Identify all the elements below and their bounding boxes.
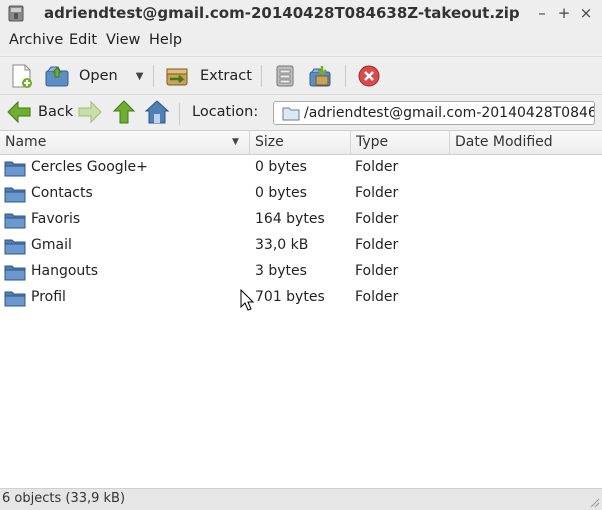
location-value: /adriendtest@gmail.com-20140428T08463 bbox=[304, 105, 595, 121]
home-button[interactable] bbox=[144, 99, 170, 125]
table-row[interactable]: Favoris 164 bytes Folder bbox=[0, 207, 602, 233]
forward-arrow-icon bbox=[78, 100, 102, 124]
folder-icon bbox=[4, 161, 26, 177]
row-size: 701 bytes bbox=[255, 289, 325, 305]
row-size: 0 bytes bbox=[255, 185, 307, 201]
column-type-label: Type bbox=[356, 134, 389, 150]
folder-icon bbox=[4, 187, 26, 203]
open-archive-icon bbox=[45, 66, 69, 87]
row-name: Hangouts bbox=[31, 263, 99, 279]
home-icon bbox=[144, 100, 170, 124]
add-files-button[interactable] bbox=[273, 63, 297, 89]
menu-archive[interactable]: Archive bbox=[9, 32, 63, 48]
extract-icon bbox=[166, 68, 188, 86]
location-field[interactable]: /adriendtest@gmail.com-20140428T08463 bbox=[273, 101, 595, 125]
new-archive-button[interactable] bbox=[10, 63, 34, 89]
stop-icon bbox=[358, 65, 380, 87]
table-row[interactable]: Hangouts 3 bytes Folder bbox=[0, 259, 602, 285]
back-button[interactable]: Back bbox=[6, 99, 73, 125]
up-button[interactable] bbox=[111, 99, 137, 125]
maximize-button[interactable]: + bbox=[554, 3, 574, 23]
sort-down-icon: ▼ bbox=[232, 137, 239, 147]
table-row[interactable]: Contacts 0 bytes Folder bbox=[0, 181, 602, 207]
row-type: Folder bbox=[355, 185, 399, 201]
add-folder-button[interactable] bbox=[307, 63, 335, 89]
menu-view[interactable]: View bbox=[106, 32, 140, 48]
folder-icon bbox=[4, 213, 26, 229]
mouse-cursor-icon bbox=[240, 289, 254, 311]
forward-button[interactable] bbox=[77, 99, 103, 125]
status-text: 6 objects (33,9 kB) bbox=[2, 491, 126, 506]
menu-bar: Archive Edit View Help bbox=[0, 27, 602, 55]
folder-icon bbox=[282, 107, 300, 121]
status-bar: 6 objects (33,9 kB) bbox=[0, 488, 602, 510]
column-size[interactable]: Size bbox=[250, 131, 351, 155]
stop-button[interactable] bbox=[357, 63, 381, 89]
toolbar-separator bbox=[179, 103, 180, 125]
column-type[interactable]: Type bbox=[351, 131, 450, 155]
location-bar: Back Location: /adriendtest@gmail.com-20… bbox=[0, 94, 602, 130]
open-label: Open bbox=[79, 68, 118, 84]
row-name: Contacts bbox=[31, 185, 93, 201]
row-size: 0 bytes bbox=[255, 159, 307, 175]
column-name-label: Name bbox=[5, 134, 47, 150]
add-folder-icon bbox=[309, 66, 331, 87]
row-size: 3 bytes bbox=[255, 263, 307, 279]
menu-edit[interactable]: Edit bbox=[69, 32, 97, 48]
row-type: Folder bbox=[355, 263, 399, 279]
row-name: Gmail bbox=[31, 237, 72, 253]
row-type: Folder bbox=[355, 289, 399, 305]
folder-icon bbox=[4, 265, 26, 281]
extract-label: Extract bbox=[200, 68, 252, 84]
row-name: Favoris bbox=[31, 211, 81, 227]
resize-grip-icon[interactable] bbox=[590, 498, 600, 508]
toolbar-separator bbox=[345, 65, 346, 87]
toolbar-separator bbox=[153, 65, 154, 87]
column-size-label: Size bbox=[255, 134, 284, 150]
window-title: adriendtest@gmail.com-20140428T084638Z-t… bbox=[44, 4, 520, 22]
row-size: 33,0 kB bbox=[255, 237, 309, 253]
row-type: Folder bbox=[355, 211, 399, 227]
folder-icon bbox=[4, 239, 26, 255]
toolbar-separator bbox=[261, 65, 262, 87]
open-dropdown-icon[interactable]: ▼ bbox=[136, 71, 144, 82]
row-name: Cercles Google+ bbox=[31, 159, 148, 175]
toolbar: Open ▼ Extract bbox=[0, 56, 602, 94]
menu-help[interactable]: Help bbox=[149, 32, 182, 48]
open-button[interactable]: Open ▼ bbox=[44, 63, 143, 89]
minimize-button[interactable]: – bbox=[532, 3, 552, 23]
row-name: Profil bbox=[31, 289, 66, 305]
table-row[interactable]: Gmail 33,0 kB Folder bbox=[0, 233, 602, 259]
title-bar: adriendtest@gmail.com-20140428T084638Z-t… bbox=[0, 0, 602, 27]
column-date-label: Date Modified bbox=[455, 134, 553, 150]
archive-icon bbox=[8, 5, 24, 22]
row-type: Folder bbox=[355, 159, 399, 175]
folder-icon bbox=[4, 291, 26, 307]
row-type: Folder bbox=[355, 237, 399, 253]
location-label: Location: bbox=[192, 104, 259, 120]
column-name[interactable]: Name ▼ bbox=[0, 131, 250, 155]
row-size: 164 bytes bbox=[255, 211, 325, 227]
back-label: Back bbox=[38, 104, 74, 120]
column-date-modified[interactable]: Date Modified bbox=[450, 131, 602, 155]
file-list: Name ▼ Size Type Date Modified Cercles G… bbox=[0, 130, 602, 488]
column-header-row: Name ▼ Size Type Date Modified bbox=[0, 131, 602, 155]
add-files-icon bbox=[276, 65, 294, 87]
extract-button[interactable]: Extract bbox=[164, 63, 252, 89]
table-row[interactable]: Cercles Google+ 0 bytes Folder bbox=[0, 155, 602, 181]
back-arrow-icon bbox=[7, 100, 31, 124]
table-row[interactable]: Profil 701 bytes Folder bbox=[0, 285, 602, 311]
up-arrow-icon bbox=[112, 100, 136, 124]
new-archive-icon bbox=[12, 64, 32, 88]
close-window-button[interactable]: × bbox=[576, 3, 596, 23]
